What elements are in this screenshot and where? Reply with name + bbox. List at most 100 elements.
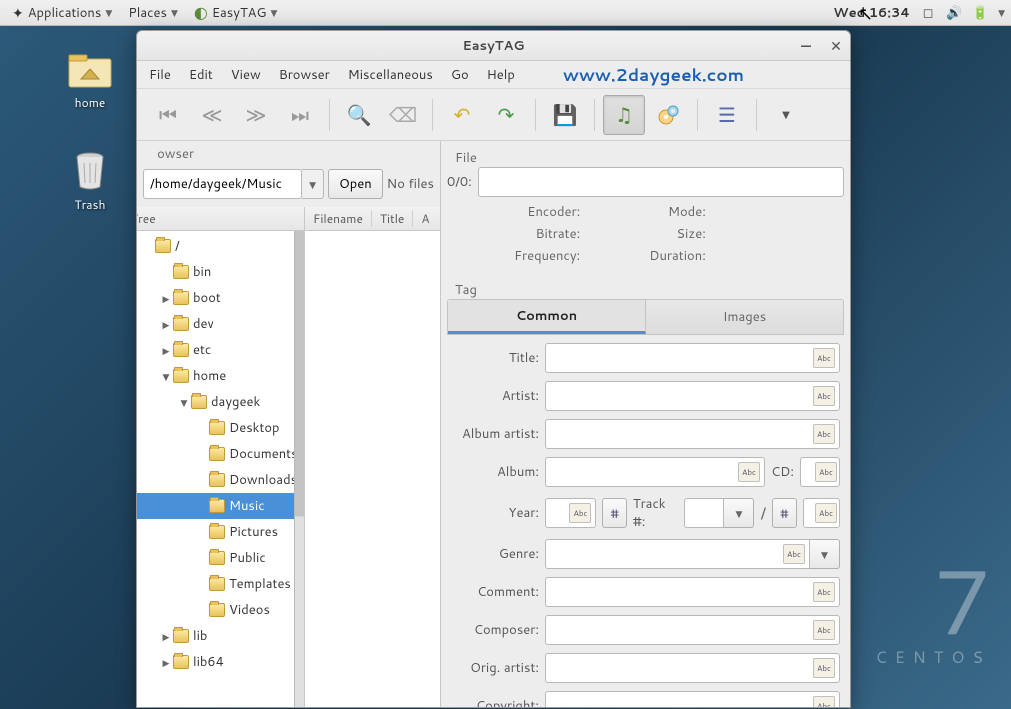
- toolbar-menu-button[interactable]: ▼: [765, 95, 807, 135]
- menu-help[interactable]: Help: [487, 66, 515, 84]
- album-artist-input[interactable]: Abc: [545, 419, 840, 449]
- tree-row[interactable]: ▶lib: [137, 623, 304, 649]
- tree-row[interactable]: Downloads: [137, 467, 304, 493]
- menu-go[interactable]: Go: [451, 66, 469, 84]
- abc-icon[interactable]: Abc: [813, 696, 835, 707]
- window-titlebar[interactable]: EasyTAG — ✕: [137, 31, 850, 61]
- tree-row[interactable]: ▼home: [137, 363, 304, 389]
- battery-icon[interactable]: 🔋: [972, 5, 988, 21]
- tree-row[interactable]: Documents: [137, 441, 304, 467]
- expander-icon[interactable]: ▶: [159, 292, 173, 305]
- menu-browser[interactable]: Browser: [279, 66, 330, 84]
- desktop-trash-icon[interactable]: Trash: [50, 150, 130, 213]
- expander-icon[interactable]: ▶: [159, 630, 173, 643]
- save-button[interactable]: 💾: [544, 95, 586, 135]
- scrollbar[interactable]: [294, 231, 304, 707]
- orig-artist-input[interactable]: Abc: [545, 653, 840, 683]
- tree-row[interactable]: Music: [137, 493, 304, 519]
- total-tracks-button[interactable]: #: [772, 498, 796, 528]
- abc-icon[interactable]: Abc: [813, 386, 835, 406]
- expander-icon[interactable]: ▶: [159, 656, 173, 669]
- path-input[interactable]: [143, 169, 302, 199]
- abc-icon[interactable]: Abc: [783, 544, 805, 564]
- delete-button[interactable]: ⌫: [382, 95, 424, 135]
- album-input[interactable]: Abc: [545, 457, 765, 487]
- prev-button[interactable]: ≪: [191, 95, 233, 135]
- tree-row[interactable]: ▶dev: [137, 311, 304, 337]
- expander-icon[interactable]: ▶: [159, 344, 173, 357]
- tree-row[interactable]: ▼daygeek: [137, 389, 304, 415]
- places-menu[interactable]: Places ▼: [122, 2, 184, 24]
- playlist-button[interactable]: ☰: [706, 95, 748, 135]
- abc-icon[interactable]: Abc: [569, 503, 591, 523]
- tree-row[interactable]: /: [137, 233, 304, 259]
- tab-images[interactable]: Images: [646, 300, 843, 334]
- tree-row[interactable]: ▶etc: [137, 337, 304, 363]
- scan-button[interactable]: 🔍: [338, 95, 380, 135]
- tree-row[interactable]: Pictures: [137, 519, 304, 545]
- expander-icon[interactable]: ▼: [177, 396, 191, 409]
- open-button[interactable]: Open: [328, 169, 383, 199]
- tree-row[interactable]: Videos: [137, 597, 304, 623]
- minimize-button[interactable]: —: [798, 38, 814, 54]
- tree-row[interactable]: Public: [137, 545, 304, 571]
- album-label: Album:: [447, 463, 539, 481]
- next-button[interactable]: ≫: [235, 95, 277, 135]
- tag-view-button[interactable]: ♫: [603, 95, 645, 135]
- clock[interactable]: Wed 16:34: [833, 4, 910, 22]
- col-title[interactable]: Title: [372, 210, 413, 227]
- genre-input[interactable]: Abc: [545, 539, 810, 569]
- genre-dropdown[interactable]: ▼: [810, 539, 840, 569]
- filename-input[interactable]: [478, 167, 844, 197]
- expander-icon[interactable]: ▼: [159, 370, 173, 383]
- comment-input[interactable]: Abc: [545, 577, 840, 607]
- expander-icon[interactable]: ▶: [159, 318, 173, 331]
- track-input[interactable]: [684, 498, 724, 528]
- redo-button[interactable]: ↷: [485, 95, 527, 135]
- close-button[interactable]: ✕: [828, 38, 844, 54]
- tree-header[interactable]: Tree: [137, 207, 304, 231]
- abc-icon[interactable]: Abc: [813, 348, 835, 368]
- first-button[interactable]: ⏮: [147, 95, 189, 135]
- tree-row[interactable]: ▶lib64: [137, 649, 304, 675]
- composer-input[interactable]: Abc: [545, 615, 840, 645]
- undo-button[interactable]: ↶: [441, 95, 483, 135]
- tree-body[interactable]: /bin▶boot▶dev▶etc▼home▼daygeekDesktopDoc…: [137, 231, 304, 707]
- accessibility-icon[interactable]: ◻: [920, 5, 936, 21]
- tree-row[interactable]: bin: [137, 259, 304, 285]
- abc-icon[interactable]: Abc: [813, 424, 835, 444]
- title-input[interactable]: Abc: [545, 343, 840, 373]
- chevron-down-icon[interactable]: ▼: [998, 6, 1005, 19]
- col-artist[interactable]: A: [413, 210, 437, 227]
- total-tracks-input[interactable]: Abc: [803, 498, 840, 528]
- number-tracks-button[interactable]: #: [602, 498, 626, 528]
- artist-input[interactable]: Abc: [545, 381, 840, 411]
- track-dropdown[interactable]: ▼: [724, 498, 754, 528]
- path-dropdown[interactable]: ▼: [302, 169, 324, 199]
- abc-icon[interactable]: Abc: [815, 462, 837, 482]
- year-input[interactable]: Abc: [545, 498, 596, 528]
- desktop-home-icon[interactable]: home: [50, 48, 130, 111]
- cddb-button[interactable]: [647, 95, 689, 135]
- abc-icon[interactable]: Abc: [815, 503, 837, 523]
- cd-input[interactable]: Abc: [800, 457, 840, 487]
- menu-misc[interactable]: Miscellaneous: [348, 66, 433, 84]
- menu-edit[interactable]: Edit: [189, 66, 213, 84]
- menu-file[interactable]: File: [149, 66, 171, 84]
- app-indicator[interactable]: ◐ EasyTAG ▼: [188, 0, 284, 26]
- volume-icon[interactable]: 🔊: [946, 5, 962, 21]
- abc-icon[interactable]: Abc: [813, 582, 835, 602]
- tree-row[interactable]: ▶boot: [137, 285, 304, 311]
- tree-row[interactable]: Desktop: [137, 415, 304, 441]
- tab-common[interactable]: Common: [448, 300, 646, 334]
- tree-row[interactable]: Templates: [137, 571, 304, 597]
- copyright-input[interactable]: Abc: [545, 691, 840, 707]
- applications-menu[interactable]: ✦ Applications ▼: [6, 1, 118, 25]
- menu-view[interactable]: View: [231, 66, 261, 84]
- file-list-body[interactable]: [305, 231, 440, 707]
- abc-icon[interactable]: Abc: [813, 658, 835, 678]
- abc-icon[interactable]: Abc: [738, 462, 760, 482]
- col-filename[interactable]: Filename: [305, 210, 372, 227]
- last-button[interactable]: ⏭: [279, 95, 321, 135]
- abc-icon[interactable]: Abc: [813, 620, 835, 640]
